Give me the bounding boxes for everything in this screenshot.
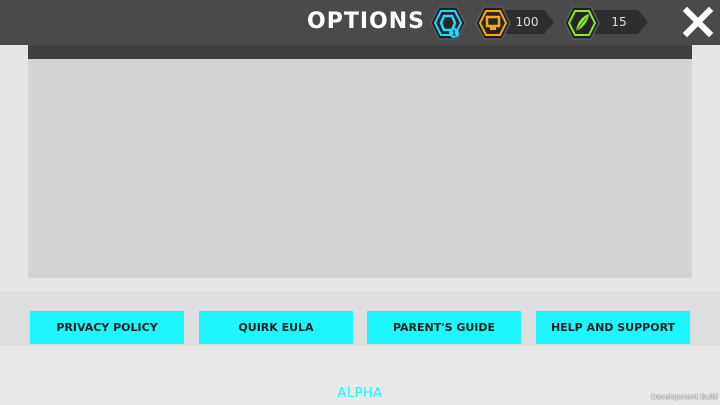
top-bar: OPTIONS 1 100 15 [0, 0, 720, 45]
parents-guide-button[interactable]: PARENT'S GUIDE [367, 311, 521, 344]
quirk-eula-button[interactable]: QUIRK EULA [199, 311, 353, 344]
close-icon[interactable] [682, 6, 714, 38]
development-build-label: Development Build [651, 393, 718, 401]
green-leaf-hex-icon[interactable] [564, 5, 600, 41]
gold-coin-hex-icon[interactable] [475, 5, 511, 41]
options-content-panel [28, 59, 692, 278]
cyan-gem-hex-icon[interactable]: 1 [430, 5, 466, 41]
privacy-policy-button[interactable]: PRIVACY POLICY [30, 311, 184, 344]
gem-badge-count: 1 [452, 30, 457, 38]
help-and-support-button[interactable]: HELP AND SUPPORT [536, 311, 690, 344]
content-header-strip [28, 45, 692, 59]
page-title: OPTIONS [307, 9, 425, 34]
build-channel-label: ALPHA [337, 386, 383, 401]
